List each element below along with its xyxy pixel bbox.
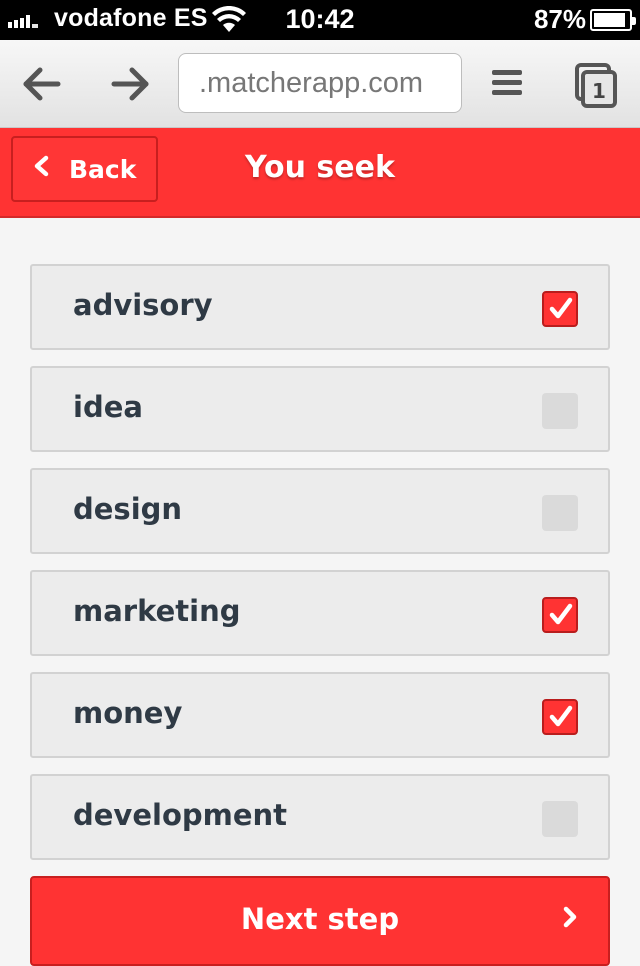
checkmark-icon xyxy=(549,297,573,319)
url-field[interactable]: .matcherapp.com xyxy=(178,53,462,113)
tab-count: 1 xyxy=(592,79,606,103)
tabs-icon[interactable]: 1 xyxy=(574,62,618,110)
battery-percentage: 87% xyxy=(533,4,586,34)
forward-arrow-icon xyxy=(111,67,149,101)
checkbox[interactable] xyxy=(542,291,578,327)
battery-icon xyxy=(590,9,636,31)
url-text: .matcherapp.com xyxy=(199,66,424,99)
checkbox[interactable] xyxy=(542,699,578,735)
checkbox[interactable] xyxy=(542,597,578,633)
option-advisory[interactable]: advisory xyxy=(30,264,610,350)
browser-forward-button[interactable] xyxy=(106,60,154,108)
checkbox[interactable] xyxy=(542,393,578,429)
menu-icon[interactable] xyxy=(486,62,530,106)
browser-back-button[interactable] xyxy=(18,60,66,108)
options-list: advisory idea design marketing money dev… xyxy=(30,264,610,876)
chevron-right-icon xyxy=(562,902,578,935)
browser-toolbar: .matcherapp.com 1 xyxy=(0,40,640,128)
option-development[interactable]: development xyxy=(30,774,610,860)
next-step-button[interactable]: Next step xyxy=(30,876,610,966)
back-arrow-icon xyxy=(23,67,61,101)
page-title: You seek xyxy=(245,150,395,185)
checkbox[interactable] xyxy=(542,801,578,837)
status-bar: vodafone ES 10:42 87% xyxy=(0,0,640,40)
option-label: advisory xyxy=(73,288,213,322)
option-idea[interactable]: idea xyxy=(30,366,610,452)
option-money[interactable]: money xyxy=(30,672,610,758)
option-label: money xyxy=(73,696,183,730)
checkmark-icon xyxy=(549,705,573,727)
checkbox[interactable] xyxy=(542,495,578,531)
checkmark-icon xyxy=(549,603,573,625)
option-label: design xyxy=(73,492,183,526)
option-marketing[interactable]: marketing xyxy=(30,570,610,656)
option-design[interactable]: design xyxy=(30,468,610,554)
option-label: development xyxy=(73,798,288,832)
option-label: idea xyxy=(73,390,143,424)
next-step-label: Next step xyxy=(240,902,400,936)
app-header: Back You seek xyxy=(0,128,640,218)
option-label: marketing xyxy=(73,594,241,628)
